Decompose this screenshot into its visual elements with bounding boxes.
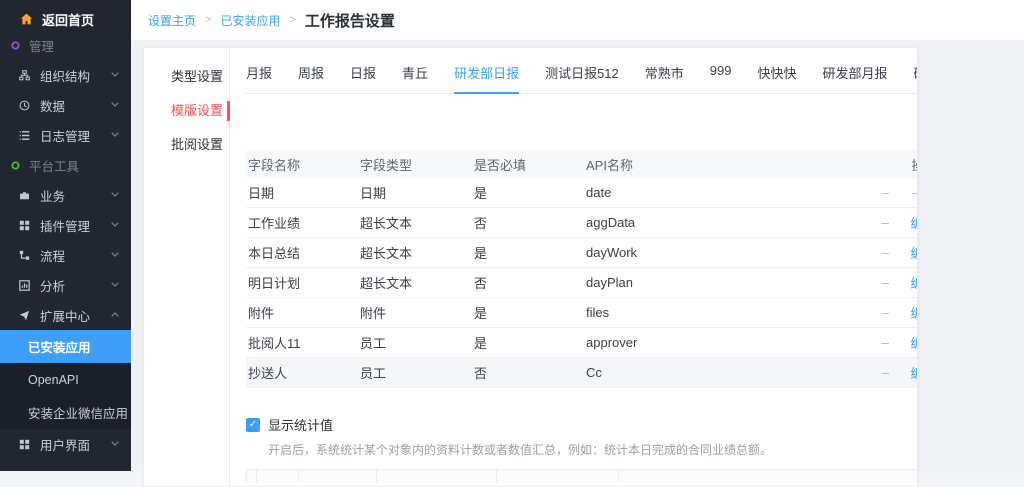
settings-nav: 类型设置 模版设置 批阅设置 <box>144 48 229 486</box>
sidebar: 返回首页 管理 组织结构 数据 日志管理 <box>0 0 131 471</box>
chevron-down-icon <box>111 222 119 227</box>
sidebar-section-platform-tools: 平台工具 <box>0 150 131 180</box>
home-icon <box>20 13 33 25</box>
disabled-action: – <box>901 185 918 200</box>
log-list-icon <box>18 130 30 141</box>
chevron-down-icon <box>111 441 119 446</box>
data-clock-icon <box>18 100 30 111</box>
ui-layout-icon <box>18 439 30 450</box>
plugin-grid-icon <box>18 220 30 231</box>
settings-nav-review[interactable]: 批阅设置 <box>144 128 229 162</box>
stats-description: 开启后，系统统计某个对象内的资料计数或者数值汇总，例如：统计本日完成的合同业绩总… <box>268 441 918 458</box>
main-area: 设置主页 > 已安装应用 > 工作报告设置 类型设置 模版设置 批阅设置 <box>131 0 1024 471</box>
chevron-down-icon <box>111 102 119 107</box>
platform-ring-icon <box>11 161 20 170</box>
tab-changshu[interactable]: 常熟市 <box>645 63 684 93</box>
stats-section: ✓ 显示统计值 开启后，系统统计某个对象内的资料计数或者数值汇总，例如：统计本日… <box>246 415 918 458</box>
page-background: 类型设置 模版设置 批阅设置 月报 周报 日报 青丘 研发部日报 <box>131 40 1024 471</box>
settings-card: 类型设置 模版设置 批阅设置 月报 周报 日报 青丘 研发部日报 <box>143 47 918 487</box>
extension-center-submenu: 已安装应用 OpenAPI 安装企业微信应用 <box>0 330 131 429</box>
disabled-action: – <box>871 365 901 380</box>
org-structure-icon <box>18 70 30 81</box>
table-header-row: 字段名称 字段类型 是否必填 API名称 操作 <box>246 150 918 178</box>
tab-weekly-report[interactable]: 周报 <box>298 63 324 93</box>
disabled-action: – <box>871 305 901 320</box>
admin-ring-icon <box>11 41 20 50</box>
tab-rd-monthly-report[interactable]: 研发部月报 <box>823 63 888 93</box>
sidebar-item-log-management[interactable]: 日志管理 <box>0 120 131 150</box>
tab-kuaikuaikuai[interactable]: 快快快 <box>758 63 797 93</box>
breadcrumb-separator: > <box>289 14 295 26</box>
chevron-down-icon <box>111 252 119 257</box>
tab-999[interactable]: 999 <box>710 63 732 93</box>
sidebar-item-plugin-management[interactable]: 插件管理 <box>0 210 131 240</box>
settings-nav-template[interactable]: 模版设置 <box>144 94 229 128</box>
chevron-down-icon <box>111 192 119 197</box>
edit-link[interactable]: 编辑 <box>901 213 918 232</box>
tab-daily-report[interactable]: 日报 <box>350 63 376 93</box>
breadcrumb: 设置主页 > 已安装应用 > 工作报告设置 <box>131 0 1024 40</box>
table-row: 本日总结 超长文本 是 dayWork – 编辑 ↓ <box>246 238 918 268</box>
disabled-action: – <box>871 275 901 290</box>
template-settings-content: 月报 周报 日报 青丘 研发部日报 测试日报512 常熟市 999 快快快 研发… <box>229 48 918 486</box>
page-title: 工作报告设置 <box>305 10 395 31</box>
show-stats-label: 显示统计值 <box>268 415 333 434</box>
back-to-home-button[interactable]: 返回首页 <box>0 8 131 30</box>
briefcase-icon <box>18 190 30 201</box>
tab-rd-weekly-report[interactable]: 研发部周报 <box>914 63 918 93</box>
sidebar-subitem-openapi[interactable]: OpenAPI <box>0 363 131 396</box>
sidebar-item-user-interface[interactable]: 用户界面 <box>0 429 131 459</box>
sidebar-item-business[interactable]: 业务 <box>0 180 131 210</box>
edit-link[interactable]: 编辑 <box>901 243 918 262</box>
tab-qingqiu[interactable]: 青丘 <box>402 63 428 93</box>
active-indicator-bar <box>227 101 230 121</box>
flow-icon <box>18 250 30 261</box>
back-to-home-label: 返回首页 <box>42 10 94 29</box>
table-row: 批阅人11 员工 是 approver – 编辑 ↓ <box>246 328 918 358</box>
chevron-up-icon <box>111 312 119 317</box>
edit-link[interactable]: 编辑 <box>901 333 918 352</box>
chevron-down-icon <box>111 282 119 287</box>
table-row: 抄送人 员工 否 Cc – 编辑 ↓ <box>246 358 918 388</box>
tab-rd-daily-report[interactable]: 研发部日报 <box>454 63 519 94</box>
chevron-down-icon <box>111 132 119 137</box>
analysis-chart-icon <box>18 280 30 291</box>
sidebar-item-analysis[interactable]: 分析 <box>0 270 131 300</box>
report-tabs: 月报 周报 日报 青丘 研发部日报 测试日报512 常熟市 999 快快快 研发… <box>246 48 918 94</box>
disabled-action: – <box>871 185 901 200</box>
table-row: 日期 日期 是 date – – – <box>246 178 918 208</box>
table-row: 工作业绩 超长文本 否 aggData – 编辑 ↓ <box>246 208 918 238</box>
sidebar-subitem-install-wecom-app[interactable]: 安装企业微信应用 <box>0 396 131 429</box>
sidebar-item-flow[interactable]: 流程 <box>0 240 131 270</box>
disabled-action: – <box>871 245 901 260</box>
sidebar-subitem-installed-apps[interactable]: 已安装应用 <box>0 330 131 363</box>
edit-link[interactable]: 编辑 <box>901 273 918 292</box>
tab-test-daily-512[interactable]: 测试日报512 <box>545 63 619 93</box>
chevron-down-icon <box>111 72 119 77</box>
disabled-action: – <box>871 215 901 230</box>
edit-link[interactable]: 编辑 <box>901 303 918 322</box>
tab-monthly-report[interactable]: 月报 <box>246 63 272 93</box>
table-row: 明日计划 超长文本 否 dayPlan – 编辑 ↓ <box>246 268 918 298</box>
edit-link[interactable]: 编辑 <box>901 363 918 382</box>
sidebar-section-admin: 管理 <box>0 30 131 60</box>
breadcrumb-link-installed-apps[interactable]: 已安装应用 <box>220 12 280 29</box>
sidebar-item-org-structure[interactable]: 组织结构 <box>0 60 131 90</box>
breadcrumb-separator: > <box>205 14 211 26</box>
sidebar-item-data[interactable]: 数据 <box>0 90 131 120</box>
show-stats-checkbox[interactable]: ✓ <box>246 418 260 432</box>
table-row: 附件 附件 是 files – 编辑 ↓ <box>246 298 918 328</box>
settings-nav-type[interactable]: 类型设置 <box>144 60 229 94</box>
disabled-action: – <box>871 335 901 350</box>
breadcrumb-link-settings-home[interactable]: 设置主页 <box>148 12 196 29</box>
fields-table: 字段名称 字段类型 是否必填 API名称 操作 日期 日期 是 date – – <box>246 150 918 388</box>
extension-plane-icon <box>18 310 30 321</box>
sidebar-item-extension-center[interactable]: 扩展中心 <box>0 300 131 330</box>
